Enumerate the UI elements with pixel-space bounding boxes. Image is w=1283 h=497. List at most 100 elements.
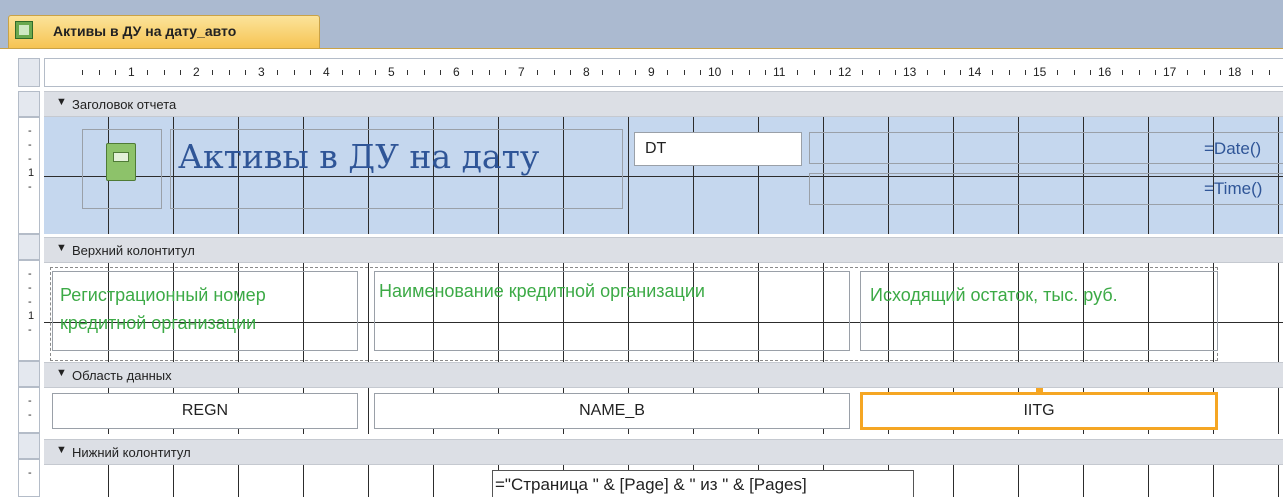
document-tab-title: Активы в ДУ на дату_авто xyxy=(53,23,237,39)
ruler-tick xyxy=(862,70,863,75)
dt-field[interactable]: DT xyxy=(634,132,802,166)
ruler-section-selector[interactable] xyxy=(18,91,40,117)
ruler-tick xyxy=(1204,70,1205,75)
ruler-tick xyxy=(830,70,831,75)
ruler-tick xyxy=(700,70,701,75)
ruler-tick xyxy=(440,70,441,75)
ruler-tick xyxy=(472,70,473,75)
detail-area[interactable]: REGN NAME_B IITG xyxy=(44,388,1283,434)
ruler-number: 7 xyxy=(518,65,525,79)
ruler-section-selector[interactable] xyxy=(18,433,40,459)
ruler-tick xyxy=(619,70,620,75)
horizontal-ruler[interactable]: 1 2 3 4 5 6 7 8 9 10 11 12 13 14 15 16 17 18 xyxy=(44,58,1283,87)
ruler-tick xyxy=(245,70,246,75)
ruler-tick xyxy=(505,70,506,75)
resize-handle[interactable] xyxy=(1036,388,1043,395)
name-b-field[interactable]: NAME_B xyxy=(374,393,850,429)
ruler-tick xyxy=(1122,70,1123,75)
ruler-tick xyxy=(1139,70,1140,75)
ruler-tick xyxy=(1090,70,1091,75)
ruler-segment: -- xyxy=(18,387,40,433)
ruler-segment: - xyxy=(18,459,40,497)
header-text-iitg: Исходящий остаток, тыс. руб. xyxy=(870,285,1118,305)
ruler-number: 18 xyxy=(1228,65,1242,79)
ruler-tick xyxy=(375,70,376,75)
ruler-tick xyxy=(147,70,148,75)
left-margin xyxy=(0,87,8,497)
header-text-name: Наименование кредитной организации xyxy=(379,281,705,301)
ruler-tick xyxy=(115,70,116,75)
ruler-tick xyxy=(1074,70,1075,75)
page-footer-area[interactable]: ="Страница " & [Page] & " из " & [Pages] xyxy=(44,465,1283,497)
ruler-tick xyxy=(310,70,311,75)
ruler-tick xyxy=(1009,70,1010,75)
ruler-tick xyxy=(1025,70,1026,75)
ruler-tick xyxy=(992,70,993,75)
ruler-tick xyxy=(570,70,571,75)
ruler-tick xyxy=(82,70,83,75)
section-arrow-icon: ▼ xyxy=(56,242,67,254)
ruler-tick xyxy=(537,70,538,75)
ruler-tick xyxy=(635,70,636,75)
report-title: Активы в ДУ на дату xyxy=(178,137,540,176)
regn-field[interactable]: REGN xyxy=(52,393,358,429)
page-header-bar[interactable]: ▼ Верхний колонтитул xyxy=(44,237,1283,263)
ruler-segment: --- 1- xyxy=(18,260,40,361)
ruler-tick xyxy=(1057,70,1058,75)
document-tab[interactable]: Активы в ДУ на дату_авто xyxy=(8,15,320,48)
ruler-number: 6 xyxy=(453,65,460,79)
ruler-tick xyxy=(895,70,896,75)
ruler-tick xyxy=(180,70,181,75)
time-expression: =Time() xyxy=(1204,179,1263,198)
ruler-tick xyxy=(1269,70,1270,75)
section-arrow-icon: ▼ xyxy=(56,96,67,108)
ruler-tick xyxy=(424,70,425,75)
page-header-area[interactable]: Регистрационный номер кредитной организа… xyxy=(44,263,1283,363)
report-header-area[interactable]: Активы в ДУ на дату DT =Date() =Time() xyxy=(44,117,1283,234)
ruler-tick xyxy=(667,70,668,75)
ruler-section-selector[interactable] xyxy=(18,361,40,387)
ruler-tick xyxy=(554,70,555,75)
ruler-number: 4 xyxy=(323,65,330,79)
ruler-number: 5 xyxy=(388,65,395,79)
ruler-tick xyxy=(1187,70,1188,75)
report-header-bar[interactable]: ▼ Заголовок отчета xyxy=(44,91,1283,117)
ruler-segment: --- 1- xyxy=(18,117,40,234)
ruler-tick xyxy=(944,70,945,75)
ruler-tick xyxy=(99,70,100,75)
ruler-tick xyxy=(1252,70,1253,75)
header-text-regn-line1: Регистрационный номер xyxy=(60,285,266,305)
ruler-tick xyxy=(732,70,733,75)
ruler-tick xyxy=(489,70,490,75)
vertical-ruler[interactable]: --- 1- --- 1- -- - xyxy=(18,91,40,497)
report-icon xyxy=(15,21,33,39)
ruler-number: 17 xyxy=(1163,65,1177,79)
page-number-field[interactable]: ="Страница " & [Page] & " из " & [Pages] xyxy=(492,470,914,497)
iitg-field-selected[interactable]: IITG xyxy=(860,392,1218,430)
ruler-tick xyxy=(797,70,798,75)
page-footer-bar[interactable]: ▼ Нижний колонтитул xyxy=(44,439,1283,465)
detail-bar[interactable]: ▼ Область данных xyxy=(44,362,1283,388)
ruler-number: 2 xyxy=(193,65,200,79)
report-selector[interactable] xyxy=(18,58,40,87)
ruler-tick xyxy=(1220,70,1221,75)
ruler-tick xyxy=(407,70,408,75)
document-tab-bar: Активы в ДУ на дату_авто xyxy=(0,0,1283,48)
ruler-number: 12 xyxy=(838,65,852,79)
ruler-number: 10 xyxy=(708,65,722,79)
ruler-tick xyxy=(927,70,928,75)
ruler-section-selector[interactable] xyxy=(18,234,40,260)
ruler-number: 8 xyxy=(583,65,590,79)
header-label-regn[interactable] xyxy=(52,271,358,351)
ruler-tick xyxy=(212,70,213,75)
ruler-tick xyxy=(164,70,165,75)
section-arrow-icon: ▼ xyxy=(56,367,67,379)
date-expression: =Date() xyxy=(1204,139,1262,158)
ruler-tick xyxy=(229,70,230,75)
tab-underline xyxy=(0,48,1283,56)
ruler-number: 3 xyxy=(258,65,265,79)
ruler-tick xyxy=(765,70,766,75)
ruler-number: 13 xyxy=(903,65,917,79)
header-label-iitg[interactable] xyxy=(860,271,1218,351)
ruler-tick xyxy=(277,70,278,75)
